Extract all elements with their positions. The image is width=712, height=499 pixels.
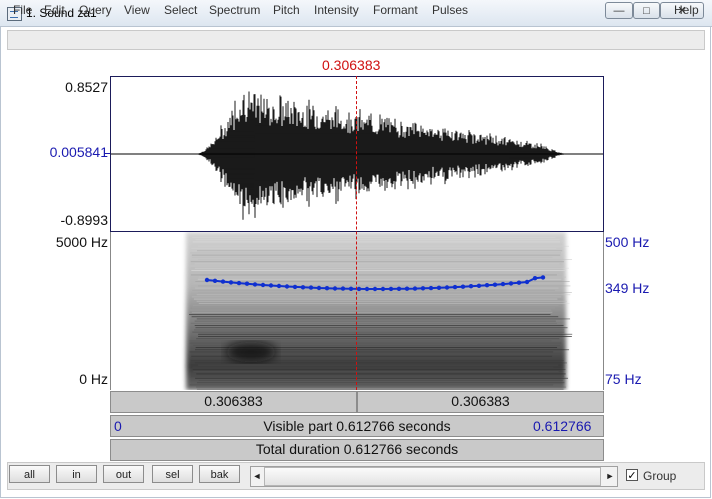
pitch-point bbox=[452, 284, 458, 290]
pitch-bottom-label: 75 Hz bbox=[605, 371, 642, 387]
pitch-top-label: 500 Hz bbox=[605, 234, 650, 250]
pitch-point bbox=[444, 285, 450, 290]
pitch-point bbox=[372, 286, 378, 292]
cursor-line[interactable] bbox=[356, 76, 357, 390]
menu-query[interactable]: Query bbox=[79, 3, 112, 17]
spectrogram-top-label: 5000 Hz bbox=[55, 234, 108, 250]
spectrogram-graph bbox=[186, 232, 573, 390]
pitch-point bbox=[468, 284, 474, 289]
pitch-point bbox=[412, 286, 418, 291]
visible-part-label: Visible part 0.612766 seconds bbox=[263, 418, 451, 434]
pitch-mid-label: 349 Hz bbox=[605, 280, 650, 296]
pitch-point bbox=[268, 283, 274, 288]
scroll-right-arrow-icon[interactable]: ► bbox=[604, 467, 616, 486]
pitch-point bbox=[396, 286, 402, 291]
pitch-point bbox=[220, 279, 226, 284]
waveform-panel[interactable] bbox=[110, 76, 604, 232]
waveform-cursor-value: 0.005841 bbox=[49, 144, 108, 160]
pitch-point bbox=[388, 286, 394, 292]
visible-end-label: 0.612766 bbox=[533, 418, 592, 434]
maximize-button[interactable]: □ bbox=[633, 2, 660, 19]
pitch-point bbox=[284, 284, 290, 289]
pitch-point bbox=[476, 283, 482, 288]
pitch-point bbox=[356, 286, 362, 292]
zoom-in-button[interactable]: in bbox=[56, 465, 97, 483]
pitch-point bbox=[212, 278, 218, 283]
menu-pulses[interactable]: Pulses bbox=[432, 3, 468, 17]
pitch-point bbox=[364, 286, 370, 292]
pitch-point bbox=[348, 286, 354, 291]
zoom-back-button[interactable]: bak bbox=[199, 465, 240, 483]
pitch-point bbox=[500, 281, 506, 287]
scrollbar-thumb[interactable] bbox=[264, 467, 601, 486]
pitch-point bbox=[532, 276, 538, 281]
menu-spectrum[interactable]: Spectrum bbox=[209, 3, 260, 17]
pitch-point bbox=[508, 281, 514, 286]
spectrogram-panel[interactable] bbox=[110, 232, 604, 390]
pitch-point bbox=[524, 279, 530, 285]
menu-bar bbox=[7, 30, 705, 50]
pitch-point bbox=[308, 285, 314, 290]
cursor-time-label: 0.306383 bbox=[322, 57, 381, 73]
pitch-point bbox=[340, 286, 346, 291]
menu-pitch[interactable]: Pitch bbox=[273, 3, 300, 17]
pitch-point bbox=[252, 282, 258, 287]
group-checkbox[interactable]: ✓ bbox=[626, 469, 638, 482]
zoom-all-button[interactable]: all bbox=[9, 465, 50, 483]
pitch-point bbox=[204, 277, 210, 283]
pitch-point bbox=[236, 280, 242, 286]
pitch-point bbox=[324, 286, 330, 291]
left-segment-bar[interactable]: 0.306383 bbox=[110, 391, 357, 413]
pitch-point bbox=[332, 286, 338, 291]
waveform-graph bbox=[111, 91, 603, 220]
menu-formant[interactable]: Formant bbox=[373, 3, 418, 17]
pitch-point bbox=[492, 282, 498, 287]
right-segment-bar[interactable]: 0.306383 bbox=[357, 391, 604, 413]
pitch-point bbox=[228, 280, 234, 285]
zoom-selection-button[interactable]: sel bbox=[152, 465, 193, 483]
spectrogram-bottom-label: 0 Hz bbox=[79, 371, 108, 387]
pitch-point bbox=[428, 285, 434, 291]
menu-intensity[interactable]: Intensity bbox=[314, 3, 359, 17]
pitch-point bbox=[300, 285, 306, 290]
menu-select[interactable]: Select bbox=[164, 3, 197, 17]
pitch-point bbox=[260, 282, 266, 288]
zoom-out-button[interactable]: out bbox=[103, 465, 144, 483]
menu-help[interactable]: Help bbox=[674, 3, 699, 17]
pitch-point bbox=[276, 283, 282, 289]
pitch-point bbox=[404, 286, 410, 291]
pitch-point bbox=[316, 285, 322, 291]
menu-view[interactable]: View bbox=[124, 3, 150, 17]
pitch-point bbox=[292, 284, 298, 290]
pitch-point bbox=[540, 275, 546, 280]
pitch-point bbox=[380, 286, 386, 292]
pitch-point bbox=[460, 284, 466, 289]
menu-file[interactable]: File bbox=[13, 3, 32, 17]
pitch-point bbox=[484, 283, 490, 288]
pitch-point bbox=[420, 286, 426, 291]
scroll-left-arrow-icon[interactable]: ◄ bbox=[251, 467, 263, 486]
pitch-point bbox=[436, 285, 442, 290]
minimize-button[interactable]: — bbox=[605, 2, 633, 19]
waveform-min-label: -0.8993 bbox=[60, 212, 108, 228]
menu-edit[interactable]: Edit bbox=[44, 3, 65, 17]
pitch-point bbox=[516, 280, 522, 285]
waveform-max-label: 0.8527 bbox=[65, 79, 108, 95]
pitch-point bbox=[244, 281, 250, 286]
total-duration-bar[interactable]: Total duration 0.612766 seconds bbox=[110, 439, 604, 461]
group-label: Group bbox=[643, 469, 677, 483]
